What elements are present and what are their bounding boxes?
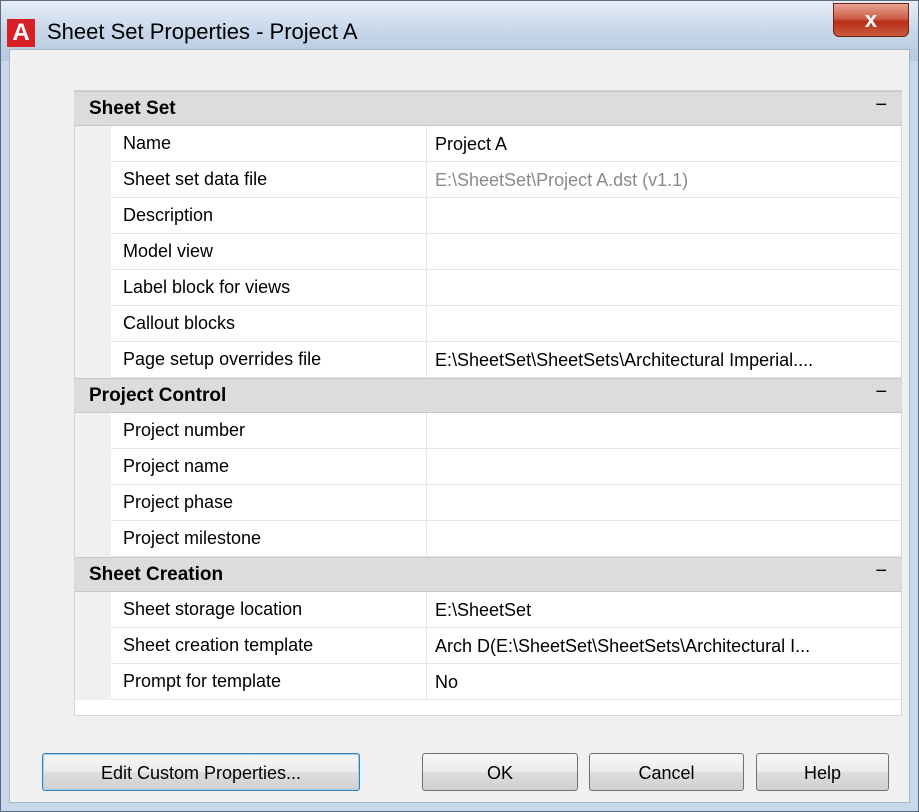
section-header-sheet-creation[interactable]: Sheet Creation − [75,557,901,592]
collapse-icon[interactable]: − [875,94,887,117]
property-row-model-view[interactable]: Model view [75,234,901,270]
row-gutter [75,162,111,198]
property-value[interactable] [427,485,901,521]
property-label: Project phase [111,485,427,521]
close-button[interactable]: x [833,3,909,37]
property-value: E:\SheetSet\Project A.dst (v1.1) [427,162,901,198]
property-value[interactable] [427,306,901,342]
property-value[interactable] [427,270,901,306]
property-label: Page setup overrides file [111,342,427,378]
row-gutter [75,270,111,306]
section-title: Sheet Creation [89,564,224,585]
row-gutter [75,449,111,485]
property-label: Name [111,126,427,162]
property-row-project-phase[interactable]: Project phase [75,485,901,521]
property-row-project-milestone[interactable]: Project milestone [75,521,901,557]
property-value[interactable]: E:\SheetSet [427,592,901,628]
property-label: Sheet creation template [111,628,427,664]
sheet-set-properties-dialog: A Sheet Set Properties - Project A x She… [0,0,919,812]
property-value[interactable] [427,413,901,449]
property-value[interactable] [427,234,901,270]
property-value[interactable] [427,449,901,485]
property-label: Project name [111,449,427,485]
row-gutter [75,234,111,270]
row-gutter [75,306,111,342]
row-gutter [75,198,111,234]
properties-grid: Sheet Set − Name Project A Sheet set dat… [74,90,902,716]
property-label: Project milestone [111,521,427,557]
property-value[interactable] [427,198,901,234]
property-label: Project number [111,413,427,449]
property-value[interactable] [427,521,901,557]
property-row-sheet-set-data-file[interactable]: Sheet set data file E:\SheetSet\Project … [75,162,901,198]
property-row-page-setup-overrides-file[interactable]: Page setup overrides file E:\SheetSet\Sh… [75,342,901,378]
edit-custom-properties-button[interactable]: Edit Custom Properties... [42,753,360,791]
property-row-prompt-for-template[interactable]: Prompt for template No [75,664,901,700]
property-label: Callout blocks [111,306,427,342]
row-gutter [75,485,111,521]
row-gutter [75,521,111,557]
ok-button[interactable]: OK [422,753,578,791]
dialog-client-area: Sheet Set − Name Project A Sheet set dat… [9,49,910,803]
section-title: Project Control [89,385,227,406]
property-row-project-number[interactable]: Project number [75,413,901,449]
section-header-project-control[interactable]: Project Control − [75,378,901,413]
help-button[interactable]: Help [756,753,889,791]
property-label: Description [111,198,427,234]
property-value[interactable]: No [427,664,901,700]
cancel-button[interactable]: Cancel [589,753,744,791]
property-row-label-block-for-views[interactable]: Label block for views [75,270,901,306]
property-value[interactable]: E:\SheetSet\SheetSets\Architectural Impe… [427,342,901,378]
property-label: Prompt for template [111,664,427,700]
row-gutter [75,413,111,449]
row-gutter [75,664,111,700]
row-gutter [75,628,111,664]
property-label: Model view [111,234,427,270]
property-value[interactable]: Project A [427,126,901,162]
property-label: Label block for views [111,270,427,306]
property-row-project-name[interactable]: Project name [75,449,901,485]
collapse-icon[interactable]: − [875,381,887,404]
property-row-sheet-creation-template[interactable]: Sheet creation template Arch D(E:\SheetS… [75,628,901,664]
property-label: Sheet storage location [111,592,427,628]
property-value[interactable]: Arch D(E:\SheetSet\SheetSets\Architectur… [427,628,901,664]
row-gutter [75,126,111,162]
section-title: Sheet Set [89,98,176,119]
section-header-sheet-set[interactable]: Sheet Set − [75,91,901,126]
window-title: Sheet Set Properties - Project A [47,19,358,44]
property-row-sheet-storage-location[interactable]: Sheet storage location E:\SheetSet [75,592,901,628]
row-gutter [75,342,111,378]
property-row-callout-blocks[interactable]: Callout blocks [75,306,901,342]
autocad-app-icon: A [7,19,35,47]
collapse-icon[interactable]: − [875,560,887,583]
row-gutter [75,592,111,628]
property-row-name[interactable]: Name Project A [75,126,901,162]
property-row-description[interactable]: Description [75,198,901,234]
property-label: Sheet set data file [111,162,427,198]
